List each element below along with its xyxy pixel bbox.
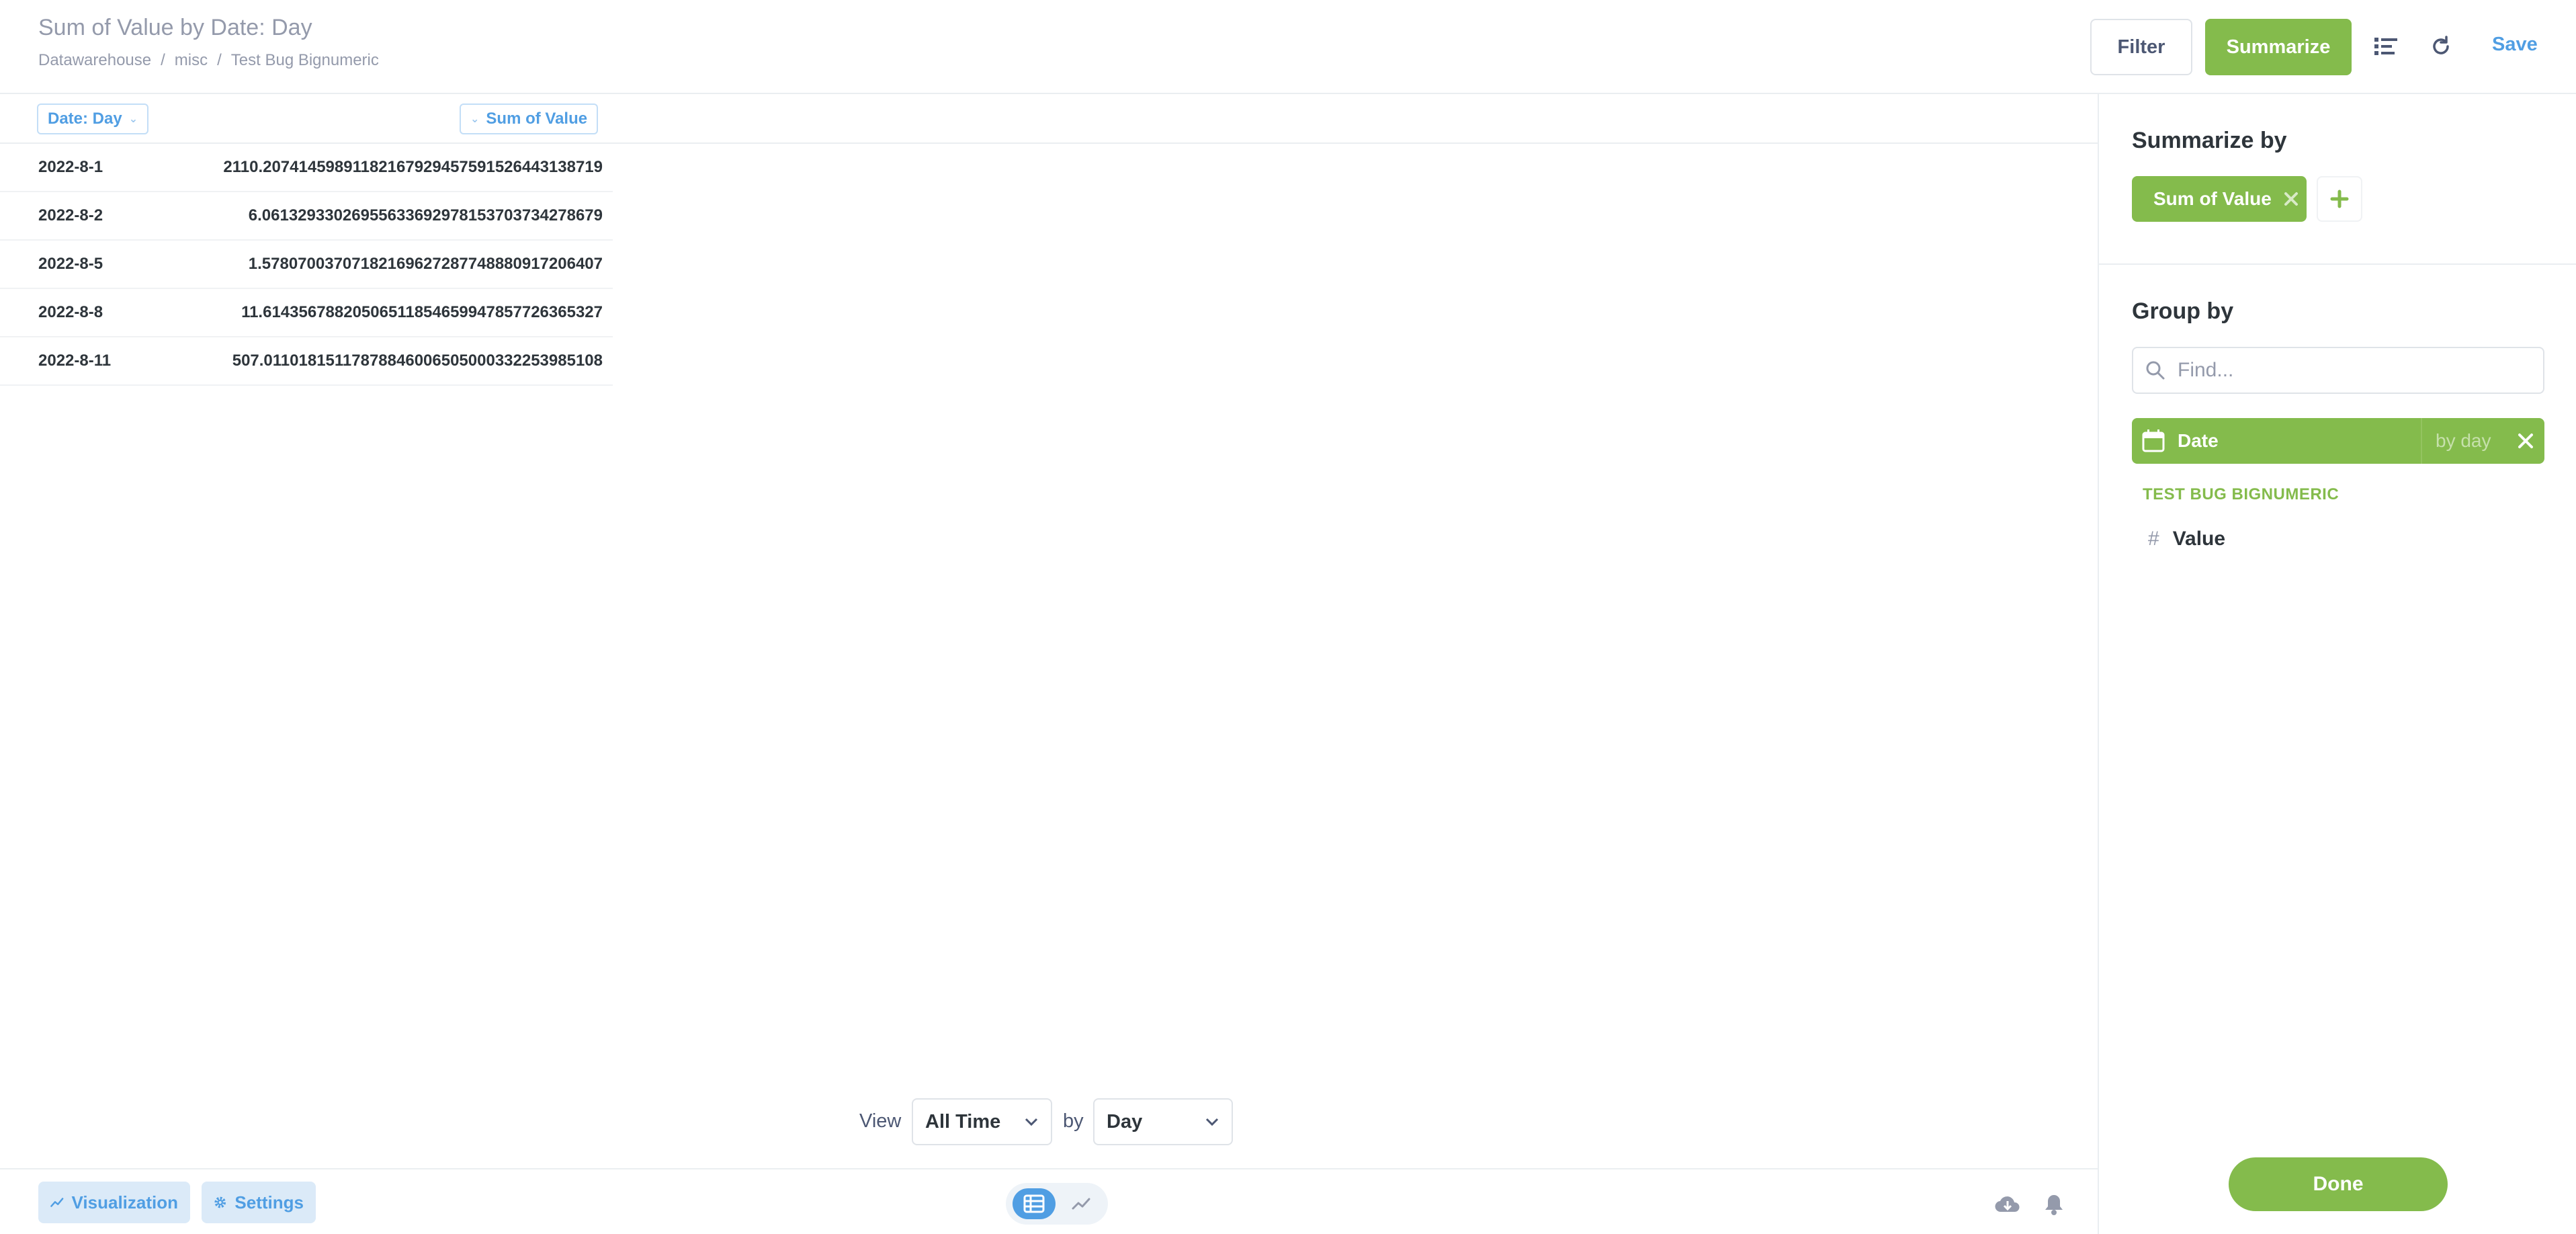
temporal-bucket-selector[interactable]: by day xyxy=(2421,418,2491,464)
metric-label: Sum of Value xyxy=(2153,188,2272,209)
bell-icon xyxy=(2045,1195,2063,1215)
remove-dimension-button[interactable] xyxy=(2514,429,2538,453)
table-row: 2022-8-2 6.06132933026955633692978153703… xyxy=(0,192,613,241)
settings-label: Settings xyxy=(234,1192,304,1212)
summarize-sidebar: Summarize by Sum of Value Group by Date … xyxy=(2098,94,2576,1234)
table-view-toggle[interactable] xyxy=(1013,1188,1056,1219)
refresh-icon xyxy=(2433,36,2449,54)
time-range-value: All Time xyxy=(925,1110,1001,1133)
dimension-date[interactable]: Date by day xyxy=(2132,418,2544,464)
done-button[interactable]: Done xyxy=(2229,1157,2448,1211)
cell-sum[interactable]: 507.011018151178788460065050003322539851… xyxy=(155,352,603,370)
group-by-title: Group by xyxy=(2132,298,2234,324)
find-input[interactable] xyxy=(2176,358,2528,382)
column-header-date[interactable]: Date: Day ⌄ xyxy=(37,104,149,134)
add-metric-button[interactable] xyxy=(2317,176,2362,222)
table-icon xyxy=(1023,1194,1045,1213)
page-title: Sum of Value by Date: Day xyxy=(38,15,312,40)
cell-sum[interactable]: 2110.20741459891182167929457591526443138… xyxy=(155,158,603,177)
table-row: 2022-8-11 507.01101815117878846006505000… xyxy=(0,337,613,386)
alert-button[interactable] xyxy=(2041,1191,2067,1218)
display-toggle xyxy=(1006,1183,1108,1225)
breadcrumb-separator: / xyxy=(161,51,165,69)
cell-sum[interactable]: 6.06132933026955633692978153703734278679 xyxy=(155,206,603,225)
chart-view-toggle[interactable] xyxy=(1064,1188,1099,1219)
breadcrumb-table[interactable]: Test Bug Bignumeric xyxy=(231,51,379,70)
chevron-down-icon xyxy=(1205,1118,1219,1126)
cell-date[interactable]: 2022-8-2 xyxy=(0,206,155,225)
metric-pill[interactable]: Sum of Value xyxy=(2132,176,2307,222)
column-header-label: Date: Day xyxy=(48,110,122,128)
cell-sum[interactable]: 11.6143567882050651185465994785772636532… xyxy=(155,303,603,322)
breadcrumb-separator: / xyxy=(217,51,222,69)
view-label: View xyxy=(859,1110,902,1132)
dimension-name: Date xyxy=(2178,430,2219,451)
breadcrumb-database[interactable]: Datawarehouse xyxy=(38,51,151,70)
refresh-button[interactable] xyxy=(2425,31,2456,62)
line-chart-icon xyxy=(50,1198,64,1207)
settings-button[interactable]: Settings xyxy=(202,1182,316,1223)
column-header-sum[interactable]: ⌄ Sum of Value xyxy=(460,104,599,134)
cloud-download-icon xyxy=(1995,1196,2020,1212)
cell-sum[interactable]: 1.57807003707182169627287748880917206407 xyxy=(155,255,603,274)
summarize-button[interactable]: Summarize xyxy=(2205,19,2352,75)
column-header-label: Sum of Value xyxy=(486,110,588,128)
close-icon[interactable] xyxy=(2284,192,2299,206)
save-button[interactable]: Save xyxy=(2492,34,2538,56)
summarize-by-title: Summarize by xyxy=(2132,128,2287,153)
cell-date[interactable]: 2022-8-11 xyxy=(0,352,155,370)
time-range-select[interactable]: All Time xyxy=(912,1098,1052,1145)
chevron-down-icon: ⌄ xyxy=(470,114,480,125)
search-icon xyxy=(2146,361,2165,380)
sidebar-divider xyxy=(2099,263,2576,265)
dimension-value[interactable]: # Value xyxy=(2132,519,2544,559)
table-row: 2022-8-1 2110.20741459891182167929457591… xyxy=(0,144,613,192)
chevron-down-icon xyxy=(1025,1118,1038,1126)
table-section-header: TEST BUG BIGNUMERIC xyxy=(2143,485,2339,503)
number-type-icon: # xyxy=(2148,528,2159,550)
chevron-down-icon: ⌄ xyxy=(128,114,138,125)
filter-button[interactable]: Filter xyxy=(2090,19,2192,75)
download-button[interactable] xyxy=(1994,1191,2021,1218)
close-icon xyxy=(2518,434,2533,448)
by-label: by xyxy=(1063,1110,1084,1132)
plus-icon xyxy=(2330,190,2349,208)
find-field[interactable] xyxy=(2132,347,2544,394)
view-footer: Visualization Settings xyxy=(0,1168,2098,1234)
list-icon xyxy=(2374,38,2397,55)
visualization-label: Visualization xyxy=(71,1192,178,1212)
calendar-icon xyxy=(2142,429,2165,452)
gear-icon xyxy=(214,1196,226,1208)
line-chart-icon xyxy=(1072,1198,1090,1210)
query-header: Sum of Value by Date: Day Datawarehouse … xyxy=(0,0,2576,94)
field-label: Value xyxy=(2172,528,2226,550)
cell-date[interactable]: 2022-8-8 xyxy=(0,303,155,322)
cell-date[interactable]: 2022-8-1 xyxy=(0,158,155,177)
visualization-button[interactable]: Visualization xyxy=(38,1182,190,1223)
table-header-row: Date: Day ⌄ ⌄ Sum of Value xyxy=(0,94,2098,144)
table-body: 2022-8-1 2110.20741459891182167929457591… xyxy=(0,144,613,386)
granularity-select[interactable]: Day xyxy=(1093,1098,1233,1145)
breadcrumb: Datawarehouse / misc / Test Bug Bignumer… xyxy=(38,51,379,70)
cell-date[interactable]: 2022-8-5 xyxy=(0,255,155,274)
table-row: 2022-8-8 11.6143567882050651185465994785… xyxy=(0,289,613,337)
breadcrumb-schema[interactable]: misc xyxy=(175,51,208,70)
table-row: 2022-8-5 1.57807003707182169627287748880… xyxy=(0,241,613,289)
granularity-value: Day xyxy=(1107,1110,1143,1133)
notebook-toggle-button[interactable] xyxy=(2370,31,2401,62)
